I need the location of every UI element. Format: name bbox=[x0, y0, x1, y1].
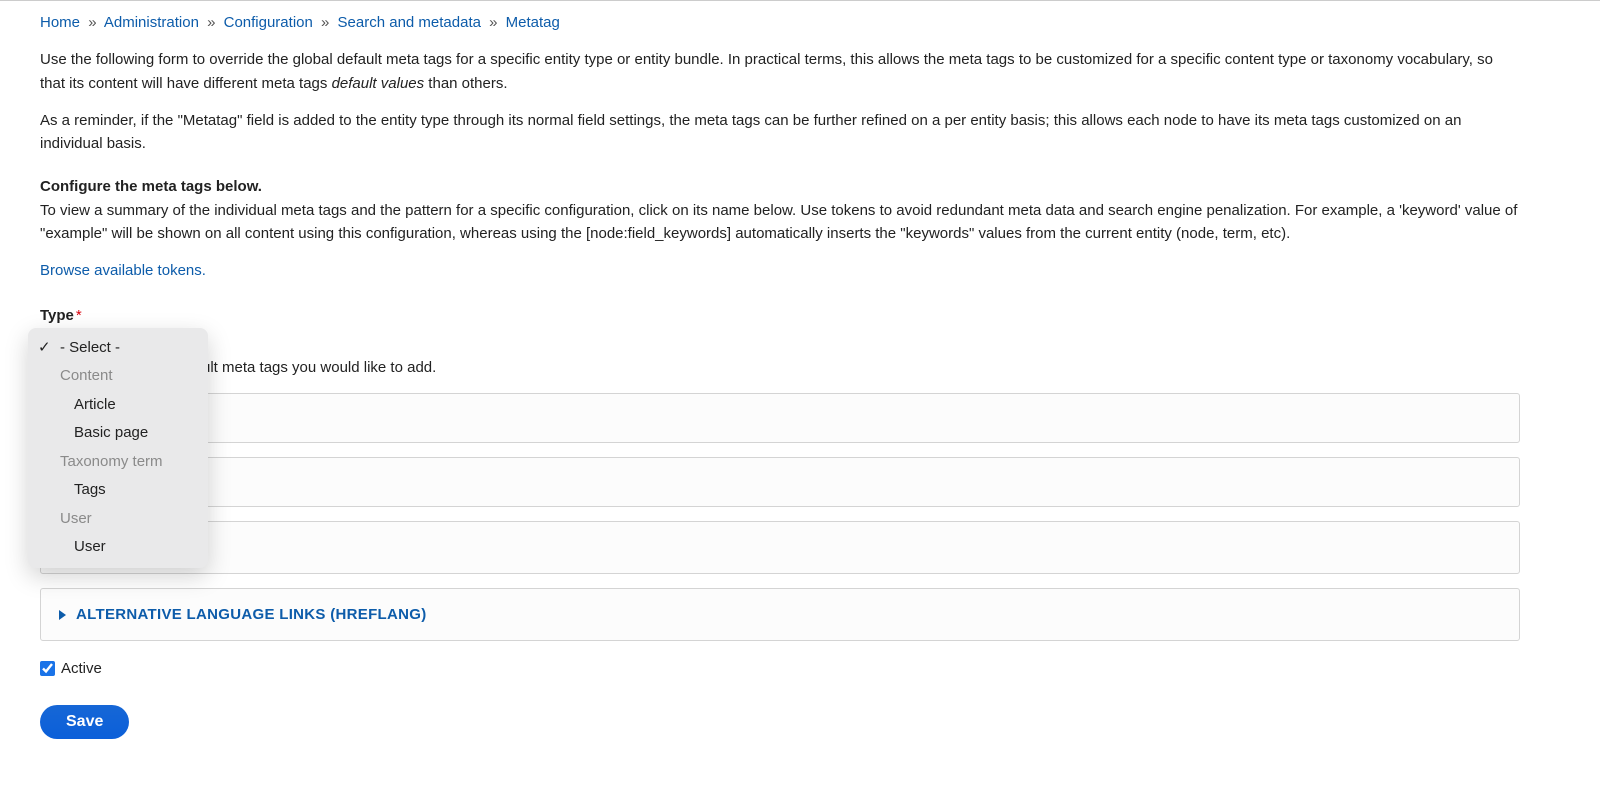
accordion-panel-1[interactable] bbox=[40, 393, 1520, 443]
browse-tokens-link[interactable]: Browse available tokens. bbox=[40, 259, 206, 282]
breadcrumb: Home » Administration » Configuration » … bbox=[40, 11, 1520, 34]
save-button[interactable]: Save bbox=[40, 705, 129, 739]
breadcrumb-metatag[interactable]: Metatag bbox=[506, 14, 560, 31]
configure-heading: Configure the meta tags below. bbox=[40, 178, 262, 195]
breadcrumb-sep: » bbox=[88, 14, 96, 31]
type-option-select[interactable]: ✓ - Select - bbox=[28, 334, 208, 363]
breadcrumb-home[interactable]: Home bbox=[40, 14, 80, 31]
type-option-tags[interactable]: Tags bbox=[28, 476, 208, 505]
required-mark: * bbox=[76, 307, 82, 324]
type-optgroup-taxonomy: Taxonomy term bbox=[28, 448, 208, 477]
type-optgroup-content: Content bbox=[28, 362, 208, 391]
active-label: Active bbox=[61, 657, 102, 680]
configure-body: To view a summary of the individual meta… bbox=[40, 202, 1517, 242]
breadcrumb-sep: » bbox=[207, 14, 215, 31]
chevron-right-icon bbox=[59, 610, 66, 620]
active-checkbox[interactable] bbox=[40, 661, 55, 676]
breadcrumb-sep: » bbox=[321, 14, 329, 31]
type-option-article[interactable]: Article bbox=[28, 391, 208, 420]
breadcrumb-configuration[interactable]: Configuration bbox=[224, 14, 313, 31]
type-option-user[interactable]: User bbox=[28, 533, 208, 562]
breadcrumb-administration[interactable]: Administration bbox=[104, 14, 199, 31]
type-optgroup-user: User bbox=[28, 505, 208, 534]
type-option-basic-page[interactable]: Basic page bbox=[28, 419, 208, 448]
intro-paragraph-1: Use the following form to override the g… bbox=[40, 48, 1520, 95]
type-select-dropdown[interactable]: ✓ - Select - Content Article Basic page … bbox=[28, 328, 208, 568]
accordion-open-graph[interactable]: OPEN GRAPH bbox=[40, 521, 1520, 574]
breadcrumb-search-and-metadata[interactable]: Search and metadata bbox=[338, 14, 481, 31]
accordion-hreflang[interactable]: ALTERNATIVE LANGUAGE LINKS (HREFLANG) bbox=[40, 588, 1520, 641]
breadcrumb-sep: » bbox=[489, 14, 497, 31]
accordion-panel-2[interactable] bbox=[40, 457, 1520, 507]
accordion-title-hreflang: ALTERNATIVE LANGUAGE LINKS (HREFLANG) bbox=[76, 603, 427, 626]
type-helper-text-partial: ult meta tags you would like to add. bbox=[40, 356, 1520, 379]
check-icon: ✓ bbox=[38, 337, 51, 360]
configure-heading-block: Configure the meta tags below. To view a… bbox=[40, 175, 1520, 245]
intro-paragraph-2: As a reminder, if the "Metatag" field is… bbox=[40, 109, 1520, 156]
type-label: Type* bbox=[40, 304, 1520, 327]
